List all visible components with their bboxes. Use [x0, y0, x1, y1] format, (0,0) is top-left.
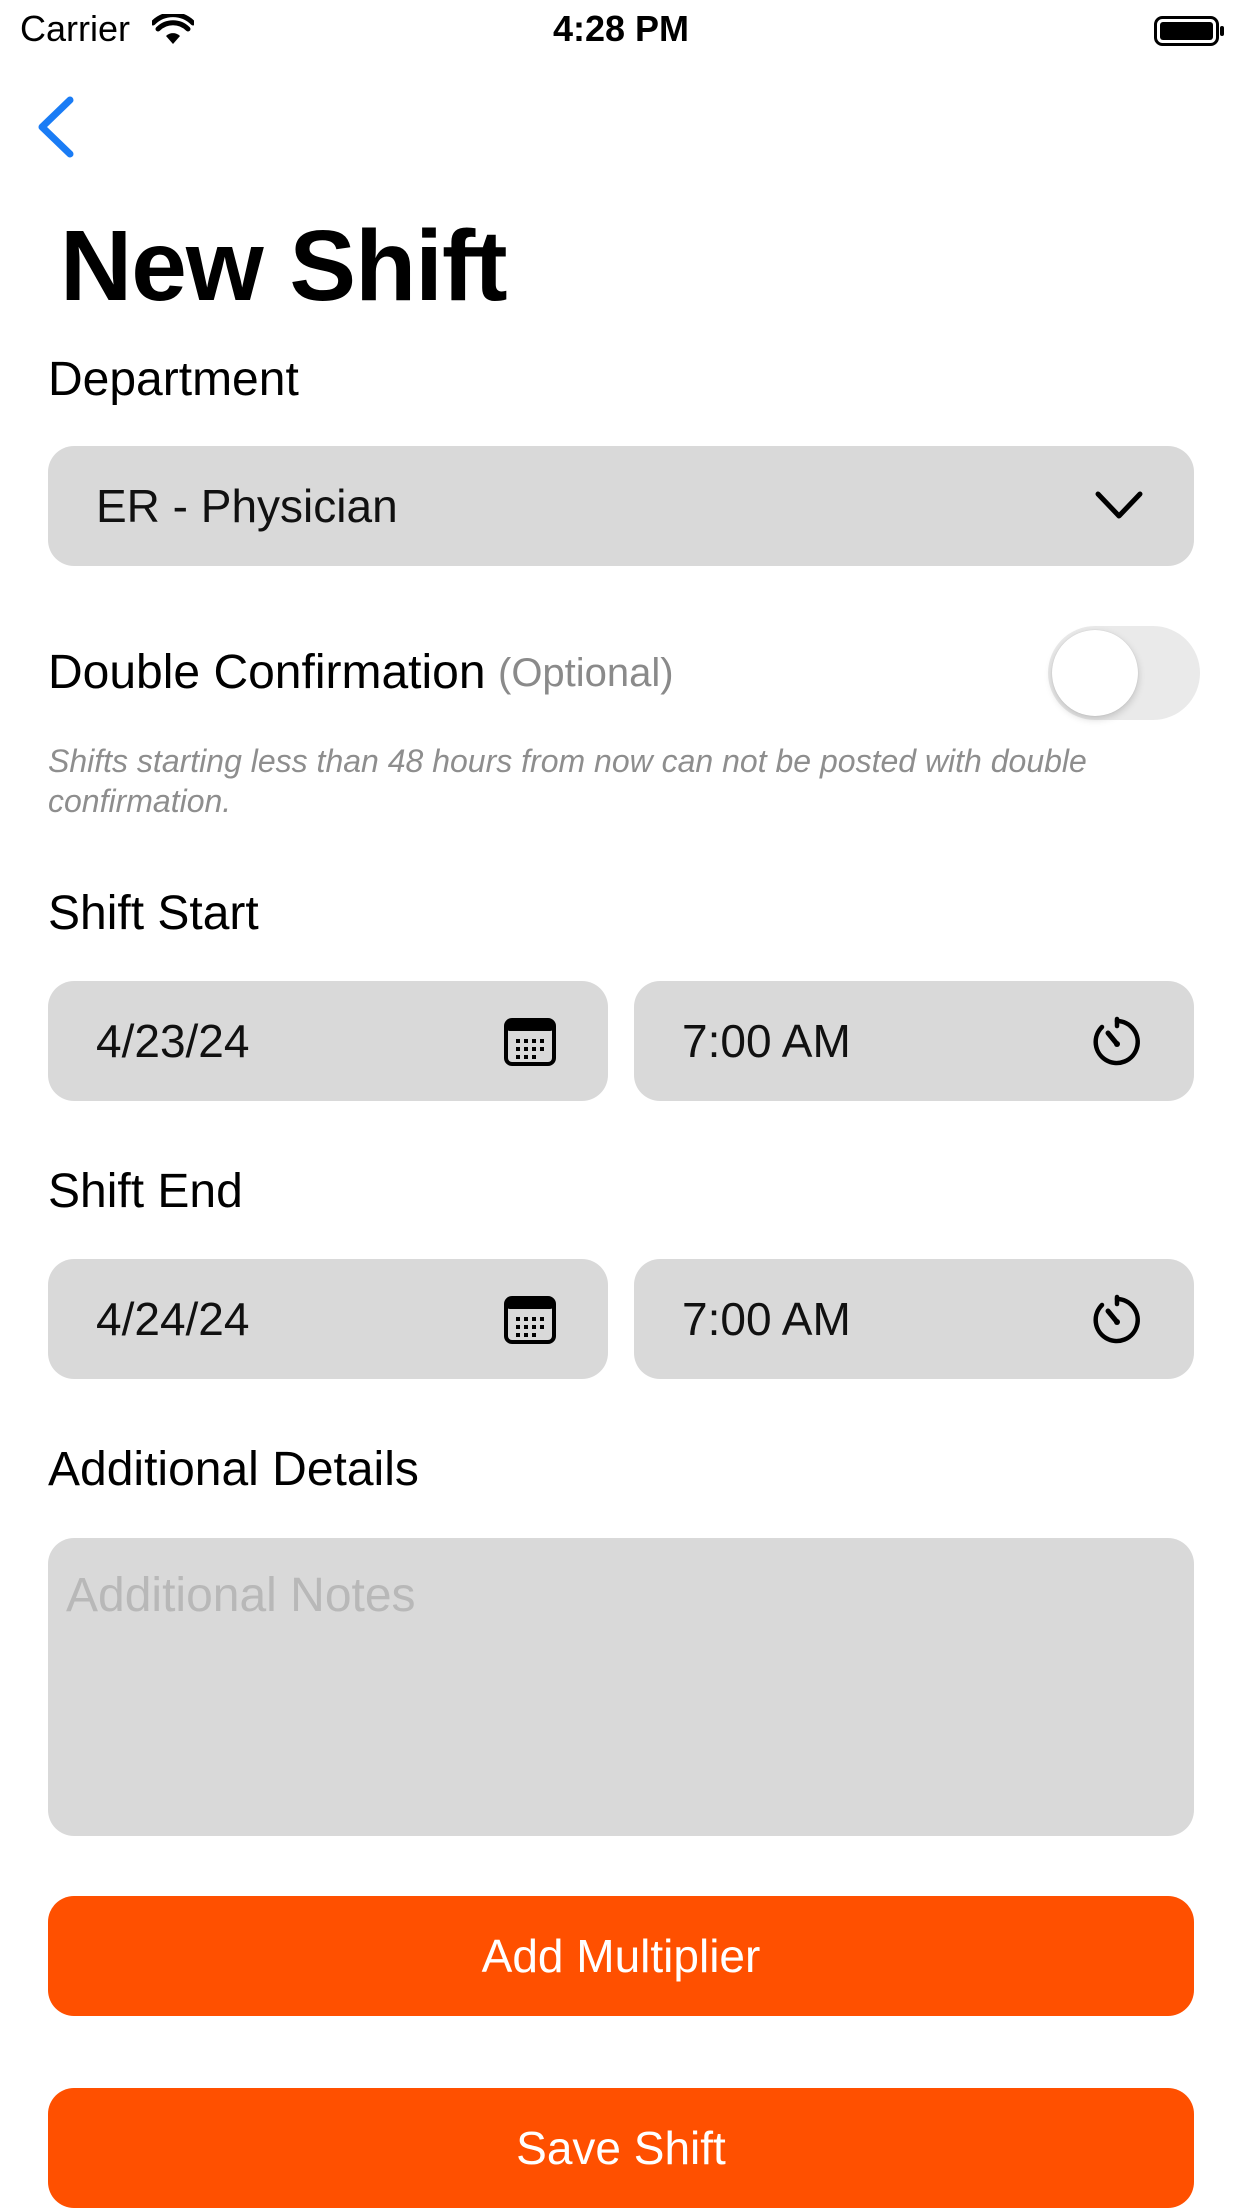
optional-label: (Optional) — [498, 651, 674, 695]
double-confirmation-toggle[interactable] — [1048, 626, 1200, 720]
shift-end-label: Shift End — [48, 1165, 243, 1218]
clock-icon — [1093, 1294, 1140, 1344]
department-select[interactable]: ER - Physician — [48, 446, 1194, 566]
chevron-left-icon — [38, 96, 74, 158]
back-button[interactable] — [28, 92, 88, 162]
status-bar: Carrier 4:28 PM — [0, 0, 1242, 62]
shift-start-date-field[interactable]: 4/23/24 — [48, 981, 608, 1101]
calendar-icon — [504, 1018, 556, 1066]
shift-start-date: 4/23/24 — [96, 1015, 250, 1067]
shift-start-time-field[interactable]: 7:00 AM — [634, 981, 1194, 1101]
department-label: Department — [48, 353, 299, 406]
shift-end-date-field[interactable]: 4/24/24 — [48, 1259, 608, 1379]
calendar-icon — [504, 1296, 556, 1344]
add-multiplier-button[interactable]: Add Multiplier — [48, 1896, 1194, 2016]
shift-end-time-field[interactable]: 7:00 AM — [634, 1259, 1194, 1379]
shift-end-time: 7:00 AM — [682, 1293, 851, 1345]
additional-details-label: Additional Details — [48, 1443, 419, 1496]
double-confirmation-label: Double Confirmation — [48, 646, 486, 699]
additional-notes-placeholder: Additional Notes — [66, 1569, 416, 1622]
status-time: 4:28 PM — [552, 8, 690, 49]
additional-notes-textarea[interactable]: Additional Notes — [48, 1538, 1194, 1836]
shift-end-date: 4/24/24 — [96, 1293, 250, 1345]
new-shift-screen: Carrier 4:28 PM New Shift Department ER … — [0, 0, 1242, 2208]
double-confirmation-helper: Shifts starting less than 48 hours from … — [48, 743, 1087, 819]
save-shift-button[interactable]: Save Shift — [48, 2088, 1194, 2208]
clock-icon — [1093, 1016, 1140, 1066]
department-value: ER - Physician — [96, 480, 398, 532]
shift-start-label: Shift Start — [48, 887, 259, 940]
battery-full-icon — [1154, 16, 1224, 46]
shift-start-time: 7:00 AM — [682, 1015, 851, 1067]
toggle-knob — [1052, 630, 1138, 716]
page-title: New Shift — [60, 210, 508, 322]
chevron-down-icon — [1095, 491, 1143, 519]
